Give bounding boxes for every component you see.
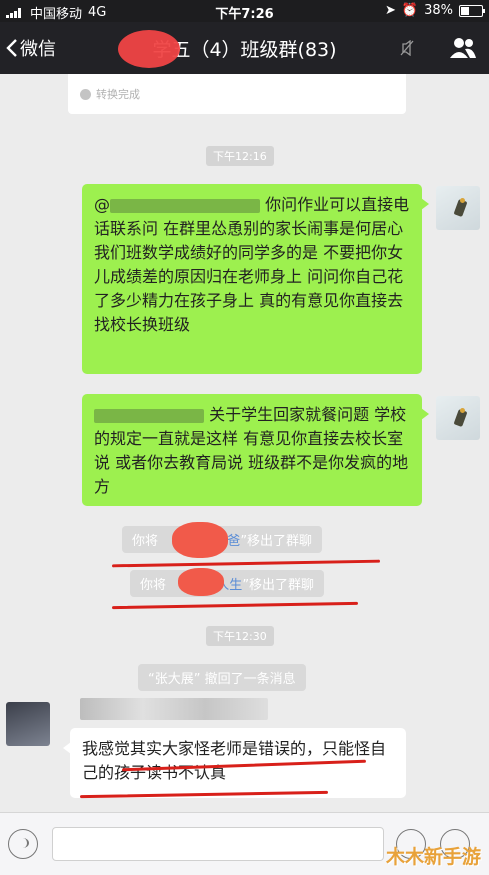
battery-icon [459,4,485,17]
timestamp: 下午12:30 [206,626,274,646]
chat-title: 学五（4）班级群(83) [152,39,337,61]
avatar[interactable] [436,186,480,230]
message-text: 你问作业可以直接电话联系问 在群里怂恿别的家长闹事是何居心 我们班数学成绩好的同… [94,195,410,334]
sys-suffix: ”移出了群聊 [240,534,313,549]
redacted-name [110,198,260,213]
watermark-logo: 木木新手游 [385,846,481,868]
highlight-underline [111,559,381,568]
check-icon [80,88,91,100]
timestamp: 下午12:16 [206,146,274,166]
recall-notice: “张大展” 撤回了一条消息 [138,664,306,691]
system-message: 你将 人生”移出了群聊 [130,570,325,597]
mute-icon [400,40,414,56]
sys-prefix: 你将 [140,578,167,593]
battery-percent: 38% [424,3,453,18]
voice-icon[interactable] [8,829,38,859]
nav-bar: 微信 学五（4）班级群(83) [0,22,489,74]
redaction-mark [172,522,228,558]
chat-area[interactable]: 转换完成 下午12:16 @ 你问作业可以直接电话联系问 在群里怂恿别的家长闹事… [0,74,489,812]
status-bar: 中国移动 4G 下午7:26 ➤ ⏰ 38% [0,0,489,22]
sender-name-redacted [80,698,268,720]
alarm-icon: ⏰ [401,3,419,18]
highlight-underline [111,601,359,610]
convert-status-text: 转换完成 [96,88,140,101]
message-bubble[interactable]: @ 你问作业可以直接电话联系问 在群里怂恿别的家长闹事是何居心 我们班数学成绩好… [82,184,429,374]
redaction-mark [118,30,180,68]
sys-prefix: 你将 [132,534,159,549]
redaction-mark [178,568,224,596]
mention-label: @ [94,195,110,214]
convert-status: 转换完成 [80,86,140,102]
redacted-mention [94,408,204,423]
message-input[interactable] [52,827,384,861]
file-message-card[interactable]: 转换完成 [68,74,406,114]
message-bubble[interactable]: 关于学生回家就餐问题 学校的规定一直就是这样 有意见你直接去校长室说 或者你去教… [82,394,429,506]
sys-suffix: ”移出了群聊 [242,578,315,593]
group-members-icon[interactable] [449,36,477,60]
location-icon: ➤ [385,3,396,18]
avatar[interactable] [436,396,480,440]
avatar[interactable] [6,702,50,746]
